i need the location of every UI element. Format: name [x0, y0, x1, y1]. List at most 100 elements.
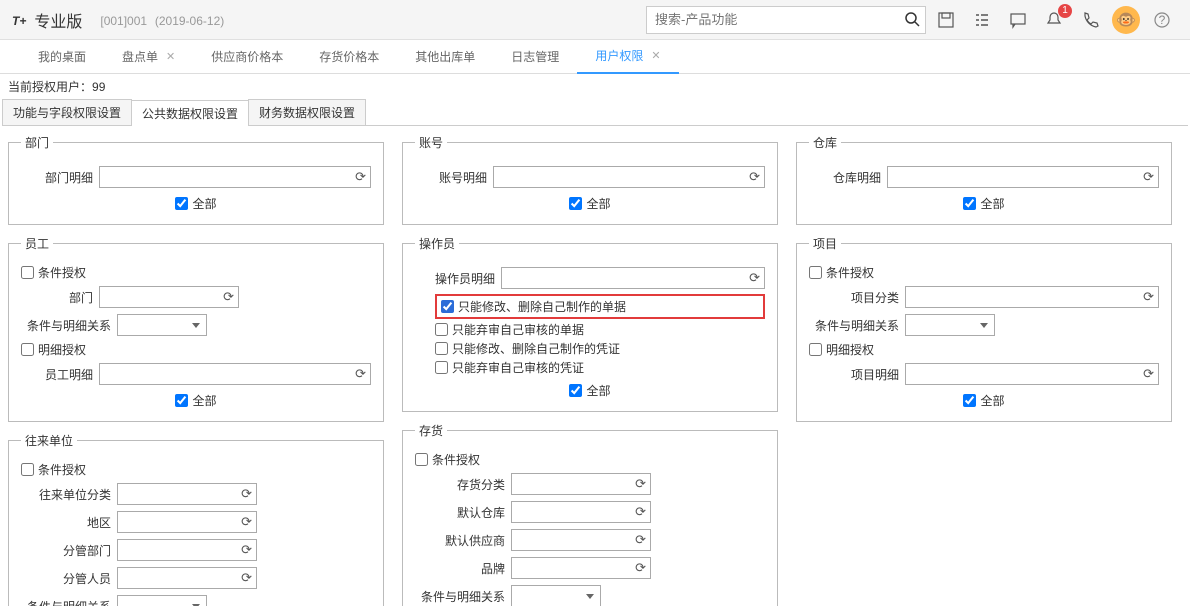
label-partner-cls: 往来单位分类	[21, 486, 111, 503]
emp-cond-auth-checkbox[interactable]	[21, 266, 34, 279]
close-icon[interactable]: ✕	[651, 49, 660, 62]
partner-mgrstaff-input[interactable]: ⟳	[117, 567, 257, 589]
message-icon[interactable]	[1002, 6, 1034, 34]
proj-cond-auth-checkbox[interactable]	[809, 266, 822, 279]
legend-employee: 员工	[21, 235, 53, 252]
help-icon[interactable]: ?	[1146, 6, 1178, 34]
lookup-icon[interactable]: ⟳	[241, 570, 252, 586]
close-icon[interactable]: ✕	[166, 50, 175, 63]
legend-warehouse: 仓库	[809, 134, 841, 151]
lookup-icon[interactable]: ⟳	[241, 486, 252, 502]
lookup-icon[interactable]: ⟳	[749, 270, 760, 286]
search-icon[interactable]	[904, 11, 920, 32]
lookup-icon[interactable]: ⟳	[355, 169, 366, 185]
notification-badge: 1	[1058, 4, 1072, 18]
emp-detail-auth-checkbox[interactable]	[21, 343, 34, 356]
emp-all-checkbox[interactable]	[175, 394, 188, 407]
label-inv-rel: 条件与明细关系	[415, 588, 505, 605]
label-inv-defsup: 默认供应商	[415, 532, 505, 549]
lookup-icon[interactable]: ⟳	[635, 532, 646, 548]
lookup-icon[interactable]: ⟳	[241, 542, 252, 558]
operator-all-checkbox[interactable]	[569, 384, 582, 397]
lookup-icon[interactable]: ⟳	[1143, 289, 1154, 305]
group-partner: 往来单位 条件授权 往来单位分类⟳ 地区⟳ 分管部门⟳ 分管人员⟳ 条件与明细关…	[8, 432, 384, 606]
partner-rel-select[interactable]	[117, 595, 207, 606]
tab-log[interactable]: 日志管理	[493, 40, 577, 74]
proj-rel-select[interactable]	[905, 314, 995, 336]
search-input[interactable]	[646, 6, 926, 34]
operator-detail-input[interactable]: ⟳	[501, 267, 765, 289]
lookup-icon[interactable]: ⟳	[635, 560, 646, 576]
lookup-icon[interactable]: ⟳	[1143, 366, 1154, 382]
inv-defsup-input[interactable]: ⟳	[511, 529, 651, 551]
lookup-icon[interactable]: ⟳	[635, 504, 646, 520]
phone-icon[interactable]	[1074, 6, 1106, 34]
proj-detail-input[interactable]: ⟳	[905, 363, 1159, 385]
op-opt3-checkbox[interactable]	[435, 342, 448, 355]
op-opt4-checkbox[interactable]	[435, 361, 448, 374]
lookup-icon[interactable]: ⟳	[635, 476, 646, 492]
partner-mgrdept-input[interactable]: ⟳	[117, 539, 257, 561]
group-warehouse: 仓库 仓库明细⟳ 全部	[796, 134, 1172, 225]
op-opt1-checkbox[interactable]	[441, 300, 454, 313]
label-all: 全部	[586, 195, 610, 212]
tab-user-permission[interactable]: 用户权限✕	[577, 40, 678, 74]
label-detail-auth: 明细授权	[826, 341, 874, 358]
warehouse-all-checkbox[interactable]	[963, 197, 976, 210]
label-inv-cls: 存货分类	[415, 476, 505, 493]
op-opt2-checkbox[interactable]	[435, 323, 448, 336]
tab-inventory-check[interactable]: 盘点单✕	[104, 40, 193, 74]
lookup-icon[interactable]: ⟳	[241, 514, 252, 530]
label-operator-detail: 操作员明细	[415, 270, 495, 287]
emp-detail-input[interactable]: ⟳	[99, 363, 371, 385]
lookup-icon[interactable]: ⟳	[355, 366, 366, 382]
inv-brand-input[interactable]: ⟳	[511, 557, 651, 579]
label-all: 全部	[192, 195, 216, 212]
label-account-detail: 账号明细	[415, 169, 487, 186]
legend-account: 账号	[415, 134, 447, 151]
warehouse-detail-input[interactable]: ⟳	[887, 166, 1159, 188]
partner-region-input[interactable]: ⟳	[117, 511, 257, 533]
avatar[interactable]: 🐵	[1110, 6, 1142, 34]
emp-dept-input[interactable]: ⟳	[99, 286, 239, 308]
label-proj-detail: 项目明细	[809, 366, 899, 383]
lookup-icon[interactable]: ⟳	[223, 289, 234, 305]
tab-supplier-price[interactable]: 供应商价格本	[193, 40, 301, 74]
partner-cond-auth-checkbox[interactable]	[21, 463, 34, 476]
proj-cls-input[interactable]: ⟳	[905, 286, 1159, 308]
tab-desktop[interactable]: 我的桌面	[20, 40, 104, 74]
label-all: 全部	[586, 382, 610, 399]
inv-cond-auth-checkbox[interactable]	[415, 453, 428, 466]
lookup-icon[interactable]: ⟳	[749, 169, 760, 185]
label-emp-detail: 员工明细	[21, 366, 93, 383]
subtab-function[interactable]: 功能与字段权限设置	[2, 99, 132, 125]
bell-icon[interactable]: 1	[1038, 6, 1070, 34]
label-warehouse-detail: 仓库明细	[809, 169, 881, 186]
dept-all-checkbox[interactable]	[175, 197, 188, 210]
tab-inventory-price[interactable]: 存货价格本	[301, 40, 397, 74]
logo: T+	[12, 9, 26, 30]
label-proj-cls: 项目分类	[809, 289, 899, 306]
inv-cls-input[interactable]: ⟳	[511, 473, 651, 495]
proj-all-checkbox[interactable]	[963, 394, 976, 407]
list-icon[interactable]	[966, 6, 998, 34]
tab-other-out[interactable]: 其他出库单	[397, 40, 493, 74]
current-user-line: 当前授权用户：99	[0, 74, 1190, 99]
save-icon[interactable]	[930, 6, 962, 34]
partner-cls-input[interactable]: ⟳	[117, 483, 257, 505]
account-all-checkbox[interactable]	[569, 197, 582, 210]
legend-department: 部门	[21, 134, 53, 151]
legend-inventory: 存货	[415, 422, 447, 439]
lookup-icon[interactable]: ⟳	[1143, 169, 1154, 185]
proj-detail-auth-checkbox[interactable]	[809, 343, 822, 356]
group-inventory: 存货 条件授权 存货分类⟳ 默认仓库⟳ 默认供应商⟳ 品牌⟳ 条件与明细关系	[402, 422, 778, 606]
account-detail-input[interactable]: ⟳	[493, 166, 765, 188]
label-proj-rel: 条件与明细关系	[809, 317, 899, 334]
inv-defwh-input[interactable]: ⟳	[511, 501, 651, 523]
subtab-finance-data[interactable]: 财务数据权限设置	[248, 99, 366, 125]
dept-detail-input[interactable]: ⟳	[99, 166, 371, 188]
search-box[interactable]	[646, 6, 926, 34]
subtab-public-data[interactable]: 公共数据权限设置	[131, 100, 249, 126]
legend-partner: 往来单位	[21, 432, 77, 449]
emp-rel-select[interactable]	[117, 314, 207, 336]
